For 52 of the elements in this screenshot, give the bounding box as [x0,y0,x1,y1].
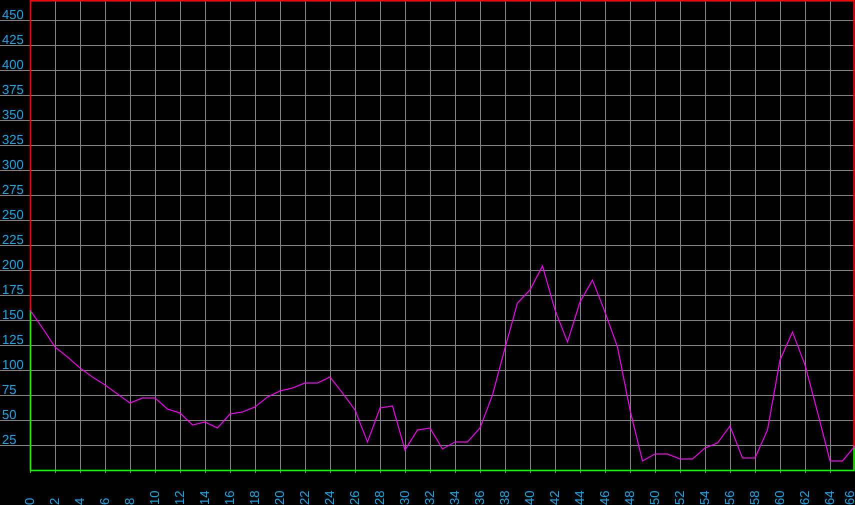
x-tick-label: 44 [572,490,587,505]
y-tick-label: 50 [2,407,16,422]
x-tick-label: 10 [147,490,162,505]
x-tick-label: 20 [272,490,287,505]
y-tick-label: 25 [2,432,16,447]
x-tick-label: 40 [522,490,537,505]
x-tick-label: 62 [797,490,812,505]
y-tick-label: 250 [2,207,24,222]
y-tick-label: 275 [2,182,24,197]
x-tick-label: 52 [672,490,687,505]
x-tick-label: 18 [247,490,262,505]
x-tick-label: 36 [472,490,487,505]
x-tick-label: 46 [597,490,612,505]
y-tick-label: 425 [2,32,24,47]
x-tick-label: 48 [622,490,637,505]
x-tick-label: 34 [447,490,462,505]
x-tick-label: 32 [422,490,437,505]
y-tick-label: 325 [2,132,24,147]
x-tick-label: 8 [122,498,137,505]
y-tick-label: 175 [2,282,24,297]
y-tick-label: 225 [2,232,24,247]
x-tick-label: 24 [322,490,337,505]
y-tick-label: 350 [2,107,24,122]
x-tick-label: 22 [297,490,312,505]
x-tick-label: 30 [397,490,412,505]
x-tick-label: 42 [547,490,562,505]
x-tick-label: 58 [747,490,762,505]
x-tick-label: 54 [697,490,712,505]
x-tick-label: 6 [97,498,112,505]
y-tick-label: 125 [2,332,24,347]
x-tick-label: 16 [222,490,237,505]
x-tick-label: 38 [497,490,512,505]
x-tick-label: 2 [47,498,62,505]
x-tick-label: 0 [22,498,37,505]
x-tick-label: 4 [72,498,87,505]
x-tick-label: 64 [822,490,837,505]
x-tick-label: 12 [172,490,187,505]
x-tick-label: 50 [647,490,662,505]
x-tick-label: 60 [772,490,787,505]
x-tick-label: 14 [197,490,212,505]
y-tick-label: 400 [2,57,24,72]
y-tick-label: 150 [2,307,24,322]
y-tick-label: 200 [2,257,24,272]
y-tick-label: 100 [2,357,24,372]
x-tick-label: 26 [347,490,362,505]
y-tick-label: 375 [2,82,24,97]
y-tick-label: 300 [2,157,24,172]
x-tick-label: 28 [372,490,387,505]
y-tick-label: 450 [2,7,24,22]
x-tick-label: 66 [842,490,855,505]
y-tick-label: 75 [2,382,16,397]
x-tick-label: 56 [722,490,737,505]
